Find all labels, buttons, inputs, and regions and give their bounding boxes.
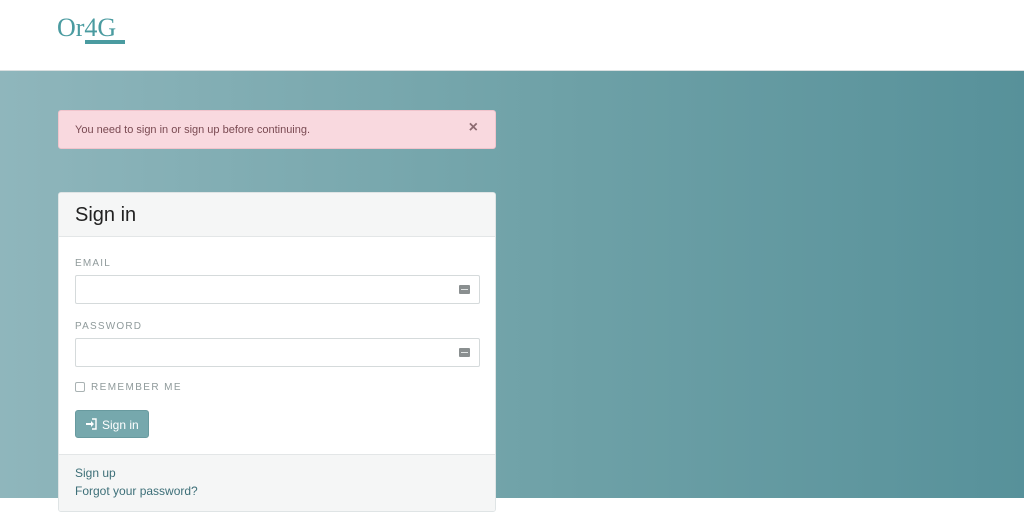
email-field[interactable] [75,275,480,304]
sign-in-icon [86,418,97,430]
signin-required-alert: You need to sign in or sign up before co… [58,110,496,149]
password-label: PASSWORD [75,321,143,332]
sign-in-button-label: Sign in [102,418,139,432]
autofill-card-icon[interactable] [459,285,470,294]
logo-underline [85,40,125,44]
password-field[interactable] [75,338,480,367]
top-header: Or4G [0,0,1024,71]
sign-up-link[interactable]: Sign up [75,466,116,480]
sign-in-button[interactable]: Sign in [75,410,149,438]
panel-title: Sign in [75,204,137,226]
panel-header: Sign in [59,193,495,237]
logo[interactable]: Or4G [57,12,129,48]
email-label: EMAIL [75,258,112,269]
close-icon[interactable]: × [469,120,478,136]
alert-message: You need to sign in or sign up before co… [75,124,311,136]
password-input[interactable] [76,339,446,366]
panel-footer: Sign up Forgot your password? [59,454,495,511]
signin-panel: Sign in EMAIL PASSWORD REMEMBER ME Sign … [58,192,496,512]
autofill-card-icon[interactable] [459,348,470,357]
remember-me-checkbox[interactable] [75,382,85,392]
email-input[interactable] [76,276,446,303]
logo-text: Or4G [57,13,116,42]
main-area: You need to sign in or sign up before co… [0,71,1024,512]
remember-me-label[interactable]: REMEMBER ME [91,382,182,393]
forgot-password-link[interactable]: Forgot your password? [75,484,198,498]
